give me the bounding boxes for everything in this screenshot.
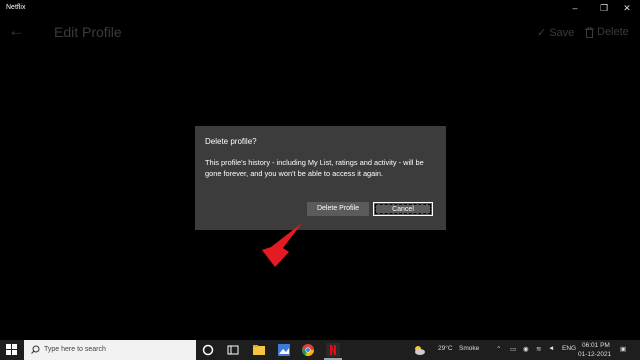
file-explorer-icon[interactable]: [252, 343, 266, 357]
restore-icon: ❐: [599, 3, 609, 13]
wifi-icon[interactable]: ≋: [536, 345, 541, 353]
task-view-icon[interactable]: [226, 343, 240, 357]
page-header: ← Edit Profile ✓ Save Delete: [0, 16, 640, 50]
delete-button[interactable]: Delete: [585, 26, 629, 38]
dialog-title: Delete profile?: [205, 137, 257, 146]
weather-icon[interactable]: [412, 343, 426, 357]
search-icon: [31, 345, 40, 354]
title-bar: Netflix – ❐ ✕: [0, 0, 640, 16]
save-label: Save: [549, 26, 575, 39]
dialog-message: This profile's history - including My Li…: [205, 158, 424, 178]
photos-app-icon[interactable]: [277, 343, 291, 357]
window-title: Netflix: [6, 4, 26, 11]
trash-icon: [585, 26, 594, 38]
cancel-button[interactable]: Cancel: [373, 202, 433, 216]
pointer-arrow-icon: [262, 223, 302, 267]
chrome-icon[interactable]: [301, 343, 315, 357]
battery-icon[interactable]: ▭: [510, 345, 516, 353]
back-button[interactable]: ←: [8, 21, 25, 41]
close-icon: ✕: [623, 3, 631, 13]
weather-condition: Smoke: [459, 345, 480, 352]
taskbar-search-box[interactable]: Type here to search: [24, 340, 196, 360]
network-icon[interactable]: ◉: [523, 345, 529, 353]
clock-time[interactable]: 06:01 PM: [582, 342, 610, 349]
save-button[interactable]: ✓ Save: [537, 26, 575, 40]
minimize-button[interactable]: –: [562, 0, 588, 16]
show-hidden-icons-icon[interactable]: ⌃: [496, 345, 501, 353]
netflix-app-icon[interactable]: [326, 343, 340, 357]
back-arrow-icon: ←: [8, 21, 25, 40]
delete-label: Delete: [597, 26, 629, 38]
minimize-icon: –: [572, 3, 578, 13]
checkmark-icon: ✓: [537, 27, 547, 39]
language-indicator[interactable]: ENG: [562, 345, 576, 352]
page-title: Edit Profile: [54, 24, 122, 40]
close-window-button[interactable]: ✕: [614, 0, 640, 16]
search-placeholder: Type here to search: [44, 346, 106, 353]
volume-icon[interactable]: ◄: [548, 345, 554, 352]
taskbar: Type here to search 29°C Smoke ⌃ ▭ ◉ ≋ ◄…: [0, 340, 640, 360]
notifications-icon[interactable]: ▣: [620, 345, 626, 353]
windows-start-icon[interactable]: [6, 344, 17, 355]
clock-date[interactable]: 01-12-2021: [578, 351, 611, 358]
weather-temperature: 29°C: [438, 345, 453, 352]
delete-profile-button[interactable]: Delete Profile: [307, 202, 369, 216]
cortana-icon[interactable]: [201, 343, 215, 357]
